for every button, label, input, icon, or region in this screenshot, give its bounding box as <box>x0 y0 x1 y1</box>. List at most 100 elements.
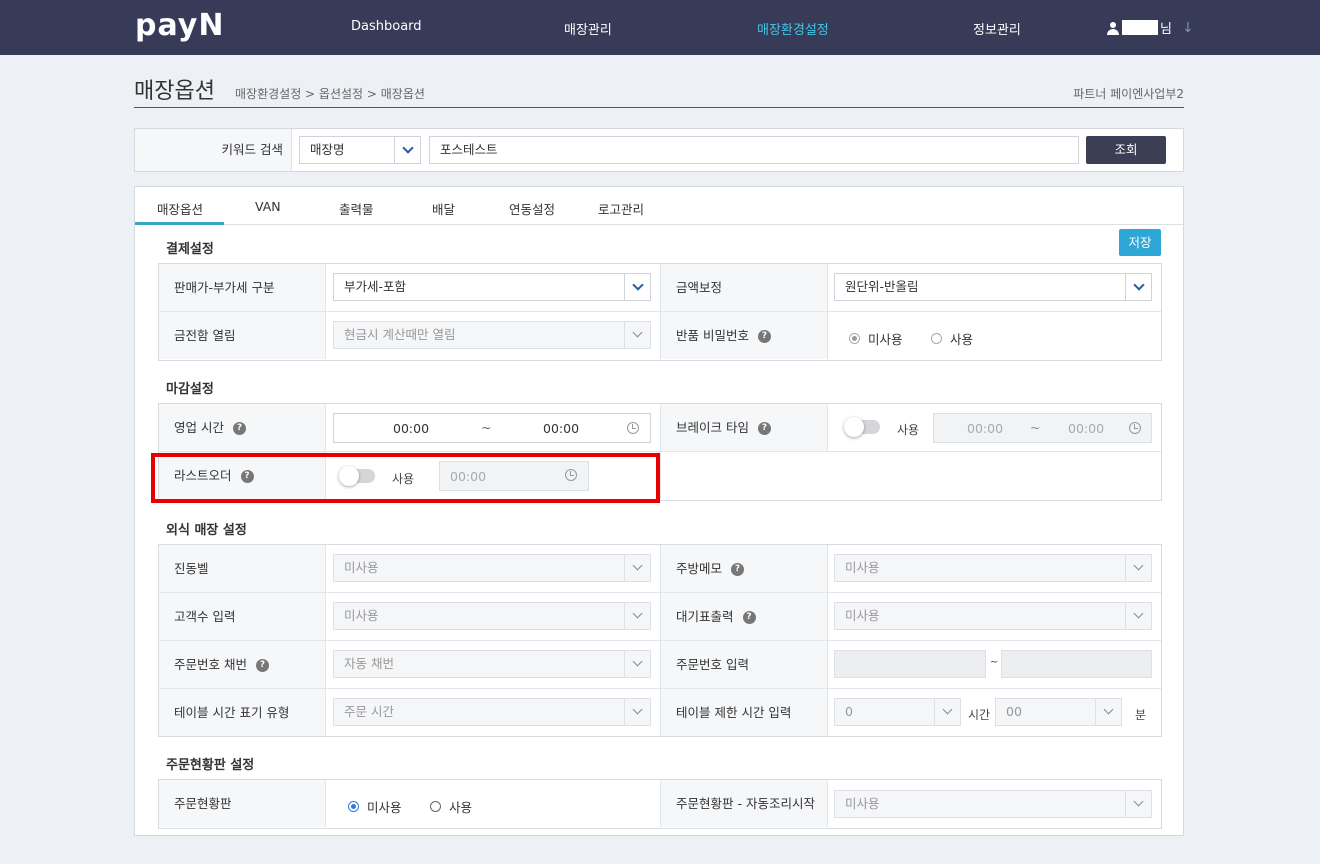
help-icon[interactable]: ? <box>255 659 269 672</box>
nav-store-settings[interactable]: 매장환경설정 <box>757 19 829 38</box>
ordno-value: 자동 채번 <box>344 656 394 671</box>
order-board-radio-unused[interactable]: 미사용 <box>348 797 402 816</box>
table-time-type-select[interactable]: 주문 시간 <box>333 698 651 726</box>
table-limit-label: 테이블 제한 시간 입력 <box>660 689 828 736</box>
order-number-end-input[interactable] <box>1001 650 1152 678</box>
help-icon[interactable]: ? <box>757 330 771 343</box>
help-icon[interactable]: ? <box>757 422 771 435</box>
arrow-down-icon[interactable]: ↓ <box>1182 20 1194 36</box>
break-time-input[interactable]: 00:00 ~ 00:00 <box>933 413 1152 443</box>
table-limit-minutes-select[interactable]: 00 <box>995 698 1122 726</box>
table-row: 테이블 시간 표기 유형 주문 시간 테이블 제한 시간 입력 0 시간 00 … <box>159 689 1161 737</box>
help-icon[interactable]: ? <box>731 563 745 576</box>
radio-icon <box>849 333 860 344</box>
save-button[interactable]: 저장 <box>1119 229 1161 256</box>
user-name-masked <box>1122 20 1158 35</box>
kitchen-memo-label: 주방메모? <box>660 545 828 592</box>
amount-value: 원단위-반올림 <box>845 279 919 294</box>
column-divider <box>660 452 661 499</box>
break-time-toggle[interactable] <box>844 417 880 437</box>
breadcrumb: 매장환경설정 > 옵션설정 > 매장옵션 <box>235 87 425 101</box>
limit-hours-value: 0 <box>845 704 853 719</box>
order-numbering-select[interactable]: 자동 채번 <box>333 650 651 678</box>
payment-settings-table: 판매가-부가세 구분 부가세-포함 금액보정 원단위-반올림 금전함 열림 현금… <box>158 263 1162 361</box>
chevron-down-icon <box>624 699 650 725</box>
search-type-value: 매장명 <box>310 142 345 157</box>
business-hours-input[interactable]: 00:00 ~ 00:00 <box>333 413 651 443</box>
refund-radio-unused[interactable]: 미사용 <box>849 329 903 348</box>
break-toggle-label: 사용 <box>897 423 920 437</box>
vibration-bell-select[interactable]: 미사용 <box>333 554 651 582</box>
radio-label: 미사용 <box>868 332 903 347</box>
kitchen-label-text: 주방메모 <box>676 561 723 576</box>
table-row: 판매가-부가세 구분 부가세-포함 금액보정 원단위-반올림 <box>159 264 1161 312</box>
user-suffix: 님 <box>1160 22 1172 37</box>
user-icon <box>1107 21 1119 35</box>
table-row: 진동벨 미사용 주방메모? 미사용 <box>159 545 1161 593</box>
user-menu[interactable]: 님 ↓ <box>1107 18 1194 37</box>
payn-logo[interactable]: payN <box>135 8 224 43</box>
search-bar: 키워드 검색 매장명 포스테스트 조회 <box>134 128 1184 172</box>
drawer-select[interactable]: 현금시 계산때만 열림 <box>333 321 651 349</box>
chevron-down-icon <box>624 322 650 348</box>
radio-label: 사용 <box>449 800 473 815</box>
wait-ticket-select[interactable]: 미사용 <box>834 602 1152 630</box>
chevron-down-icon <box>624 651 650 677</box>
dining-settings-table: 진동벨 미사용 주방메모? 미사용 고객수 입력 미사용 대기표출력? 미사용 <box>158 544 1162 737</box>
hours-separator: ~ <box>481 420 492 435</box>
search-keyword-input[interactable]: 포스테스트 <box>429 136 1079 164</box>
refund-radio-used[interactable]: 사용 <box>931 329 973 348</box>
kitchen-memo-select[interactable]: 미사용 <box>834 554 1152 582</box>
chevron-down-icon <box>624 274 650 300</box>
ordno-label-text: 주문번호 채번 <box>174 657 247 672</box>
table-time-type-label: 테이블 시간 표기 유형 <box>159 689 326 736</box>
chevron-down-icon <box>1095 699 1121 725</box>
chevron-down-icon <box>624 555 650 581</box>
radio-label: 사용 <box>950 332 974 347</box>
tab-printouts[interactable]: 출력물 <box>339 199 374 218</box>
order-number-start-input[interactable] <box>834 650 986 678</box>
highlight-box <box>151 453 660 503</box>
nav-store-management[interactable]: 매장관리 <box>564 19 612 38</box>
nav-dashboard[interactable]: Dashboard <box>351 19 422 34</box>
search-label: 키워드 검색 <box>135 129 292 171</box>
table-limit-hours-select[interactable]: 0 <box>834 698 961 726</box>
amount-label: 금액보정 <box>660 264 828 311</box>
search-keyword-value: 포스테스트 <box>440 142 498 157</box>
tabletime-value: 주문 시간 <box>344 704 394 719</box>
tab-store-options[interactable]: 매장옵션 <box>157 199 203 218</box>
auto-cook-label: 주문현황판 - 자동조리시작 <box>660 780 828 827</box>
drawer-label: 금전함 열림 <box>159 312 326 359</box>
tab-delivery[interactable]: 배달 <box>432 199 455 218</box>
vat-select[interactable]: 부가세-포함 <box>333 273 651 301</box>
wait-label-text: 대기표출력 <box>676 609 734 624</box>
top-navbar: payN Dashboard 매장관리 매장환경설정 정보관리 님 ↓ <box>0 0 1320 55</box>
tab-van[interactable]: VAN <box>255 199 281 214</box>
wait-value: 미사용 <box>845 608 880 623</box>
refund-password-label: 반품 비밀번호? <box>660 312 828 359</box>
search-type-select[interactable]: 매장명 <box>299 136 421 164</box>
tab-logo[interactable]: 로고관리 <box>598 199 644 218</box>
table-row: 주문번호 채번? 자동 채번 주문번호 입력 ~ <box>159 641 1161 689</box>
clock-icon <box>627 422 639 434</box>
table-row: 고객수 입력 미사용 대기표출력? 미사용 <box>159 593 1161 641</box>
refund-label-text: 반품 비밀번호 <box>676 328 749 343</box>
auto-cook-select[interactable]: 미사용 <box>834 790 1152 818</box>
search-button[interactable]: 조회 <box>1086 136 1166 164</box>
chevron-down-icon <box>1125 555 1151 581</box>
order-board-radio-used[interactable]: 사용 <box>430 797 472 816</box>
amount-select[interactable]: 원단위-반올림 <box>834 273 1152 301</box>
guest-count-select[interactable]: 미사용 <box>333 602 651 630</box>
help-icon[interactable]: ? <box>232 422 246 435</box>
radio-icon <box>430 801 441 812</box>
tab-integration[interactable]: 연동설정 <box>509 199 555 218</box>
page-title: 매장옵션 <box>134 79 215 104</box>
limit-minutes-value: 00 <box>1006 704 1022 719</box>
nav-info-management[interactable]: 정보관리 <box>973 19 1021 38</box>
section-title-order-board: 주문현황판 설정 <box>166 758 255 773</box>
guest-count-label: 고객수 입력 <box>159 593 326 640</box>
help-icon[interactable]: ? <box>742 611 756 624</box>
radio-icon <box>931 333 942 344</box>
chevron-down-icon <box>1125 791 1151 817</box>
table-row: 주문현황판 미사용 사용 주문현황판 - 자동조리시작 미사용 <box>159 780 1161 828</box>
